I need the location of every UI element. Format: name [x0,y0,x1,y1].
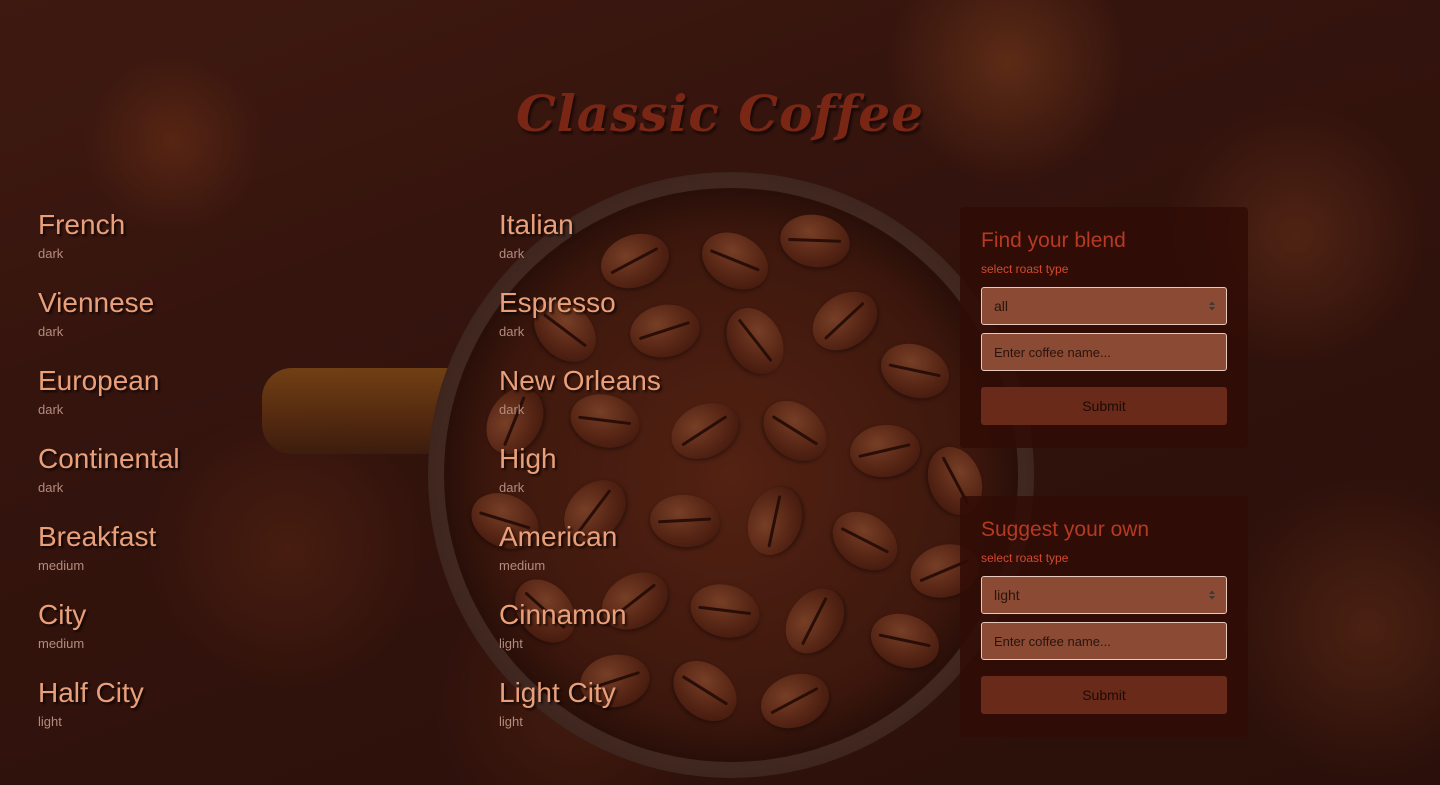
coffee-name: Continental [38,443,180,474]
suggest-roast-label: select roast type [981,551,1069,565]
coffee-name: Breakfast [38,521,157,552]
coffee-roast: light [38,714,62,729]
coffee-name: Espresso [499,287,616,318]
coffee-name: New Orleans [499,365,661,396]
find-submit-button[interactable]: Submit [981,387,1227,425]
coffee-name: Italian [499,209,574,240]
coffee-name: American [499,521,618,552]
suggest-submit-button[interactable]: Submit [981,676,1227,714]
coffee-item: American medium [499,520,661,598]
coffee-name: French [38,209,126,240]
coffee-item: Viennese dark [38,286,180,364]
suggest-coffee-name-input[interactable] [981,622,1227,660]
select-arrows-icon [1209,301,1215,311]
find-blend-title: Find your blend [981,229,1126,252]
find-coffee-name-input[interactable] [981,333,1227,371]
coffee-roast: medium [38,558,85,573]
suggest-roast-selected: light [994,587,1020,603]
coffee-name: European [38,365,160,396]
page-title: Classic Coffee [515,83,925,143]
coffee-item: Italian dark [499,208,661,286]
select-arrows-icon [1209,590,1215,600]
coffee-item: Espresso dark [499,286,661,364]
coffee-roast: dark [38,324,64,339]
coffee-roast: light [499,636,523,651]
coffee-item: Light City light [499,676,661,754]
coffee-item: Cinnamon light [499,598,661,676]
coffee-roast: dark [38,402,64,417]
coffee-roast: dark [499,402,525,417]
coffee-name: Light City [499,677,616,708]
suggest-title: Suggest your own [981,518,1150,541]
coffee-list-column-2: Italian dark Espresso dark New Orleans d… [499,208,661,754]
coffee-roast: dark [499,480,525,495]
coffee-roast: medium [499,558,546,573]
coffee-item: Continental dark [38,442,180,520]
find-roast-select[interactable]: all [981,287,1227,325]
coffee-roast: medium [38,636,85,651]
coffee-roast: light [499,714,523,729]
coffee-item: High dark [499,442,661,520]
coffee-roast: dark [499,324,525,339]
coffee-item: European dark [38,364,180,442]
coffee-name: Cinnamon [499,599,627,630]
coffee-name: High [499,443,557,474]
coffee-roast: dark [38,246,64,261]
find-roast-selected: all [994,298,1009,314]
find-blend-form: Find your blend select roast type all Su… [960,207,1248,448]
suggest-coffee-form: Suggest your own select roast type light… [960,496,1248,737]
coffee-item: Breakfast medium [38,520,180,598]
coffee-list-column-1: French dark Viennese dark European dark … [38,208,180,754]
coffee-roast: dark [499,246,525,261]
coffee-name: City [38,599,87,630]
coffee-roast: dark [38,480,64,495]
coffee-item: Half City light [38,676,180,754]
suggest-roast-select[interactable]: light [981,576,1227,614]
coffee-item: French dark [38,208,180,286]
coffee-name: Half City [38,677,144,708]
coffee-name: Viennese [38,287,155,318]
coffee-item: New Orleans dark [499,364,661,442]
coffee-item: City medium [38,598,180,676]
find-roast-label: select roast type [981,262,1069,276]
